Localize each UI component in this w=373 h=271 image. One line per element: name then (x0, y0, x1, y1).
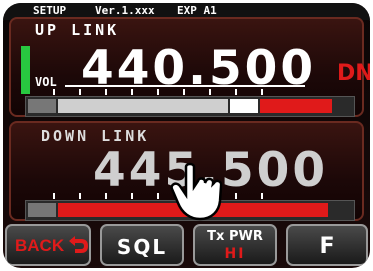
sql-button[interactable]: SQL (100, 224, 184, 266)
function-button[interactable]: F (286, 224, 368, 266)
back-button[interactable]: BACK (5, 224, 91, 266)
uplink-meter (25, 96, 355, 117)
txpwr-button[interactable]: Tx PWR HI (193, 224, 277, 266)
touch-hand-icon (170, 162, 223, 221)
sql-label: SQL (116, 235, 168, 259)
txpwr-label: Tx PWR (207, 229, 263, 244)
txpwr-level: HI (224, 246, 246, 262)
volume-level-bar (21, 46, 30, 94)
uplink-frequency[interactable]: 440.500 (81, 41, 316, 96)
back-label: BACK (15, 236, 65, 255)
uplink-scale-ticks (33, 89, 353, 95)
vol-label: VOL (35, 75, 57, 89)
uplink-label: UP LINK (35, 21, 120, 39)
exp-indicator: EXP A1 (177, 4, 217, 17)
setup-indicator: SETUP (33, 4, 67, 17)
version-text: Ver.1.xxx (95, 4, 155, 17)
uplink-panel[interactable]: UP LINK VOL 440.500 DN (9, 17, 370, 117)
radio-screen: SETUP Ver.1.xxx EXP A1 UP LINK VOL 440.5… (3, 3, 370, 268)
f-label: F (319, 234, 335, 259)
shift-indicator: DN (337, 61, 370, 86)
return-arrow-icon (69, 236, 89, 253)
